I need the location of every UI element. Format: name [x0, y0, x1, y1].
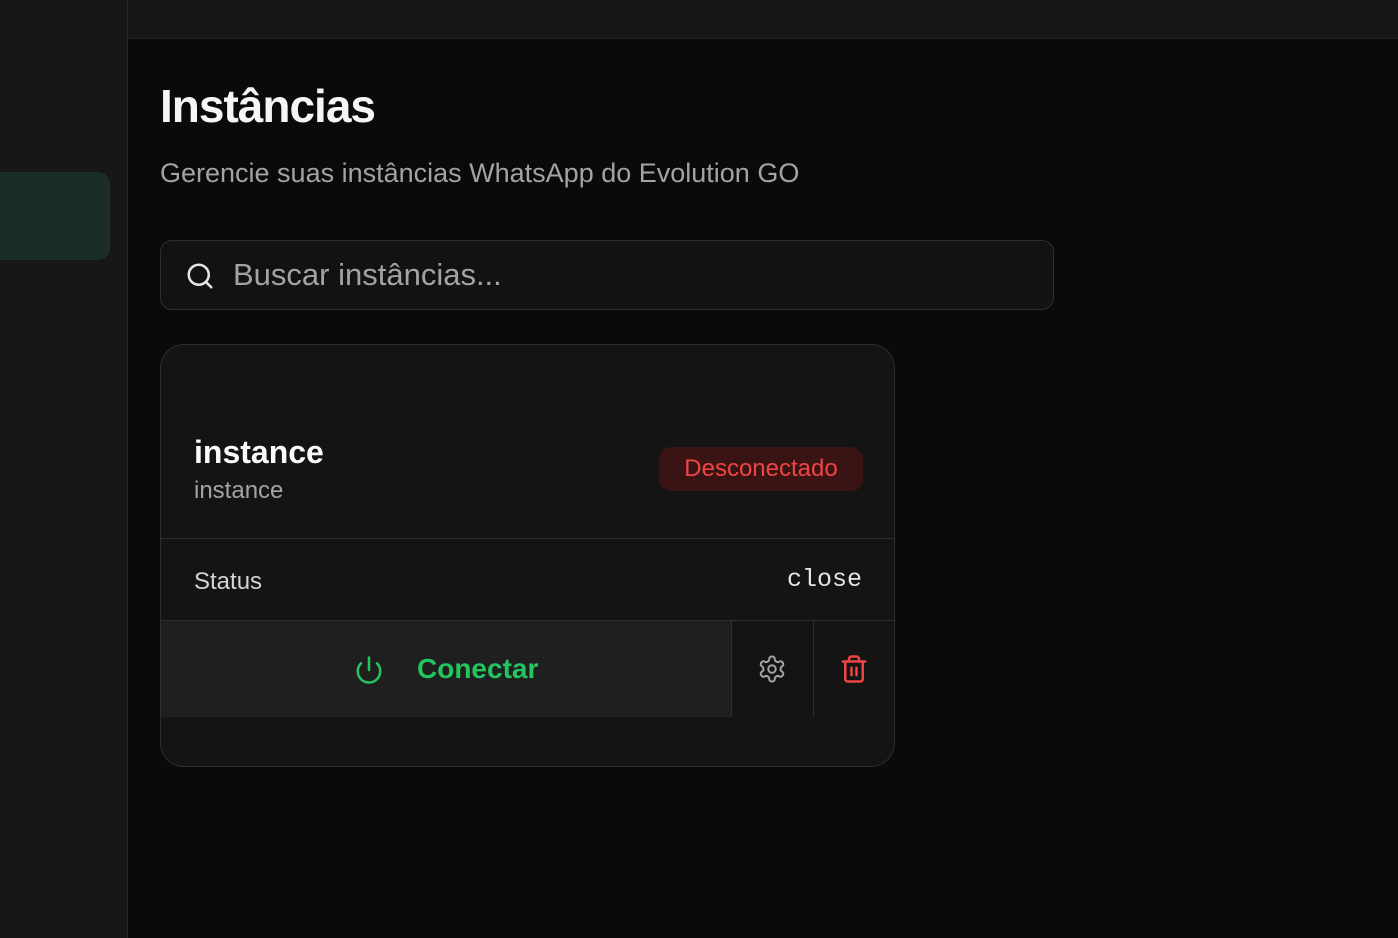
card-divider [161, 538, 894, 539]
instance-subname: instance [194, 477, 284, 504]
power-icon [356, 656, 382, 684]
page-subtitle: Gerencie suas instâncias WhatsApp do Evo… [160, 158, 800, 188]
settings-button[interactable] [732, 621, 814, 717]
status-badge: Desconectado [659, 447, 863, 491]
instance-card: instance instance Desconectado Status cl… [160, 344, 895, 767]
top-bar [128, 0, 1398, 39]
delete-button[interactable] [814, 621, 894, 717]
status-value: close [786, 565, 862, 594]
trash-icon [841, 655, 867, 683]
connect-button[interactable]: Conectar [161, 621, 732, 717]
instance-name: instance [194, 434, 324, 470]
sidebar-item-active[interactable] [0, 172, 110, 260]
search-input[interactable] [233, 253, 1033, 297]
search-box[interactable] [160, 240, 1054, 310]
page-title: Instâncias [160, 80, 376, 132]
search-icon [187, 263, 213, 289]
status-label: Status [194, 568, 263, 595]
connect-label: Conectar [417, 653, 539, 684]
gear-icon [759, 655, 785, 683]
sidebar [0, 0, 128, 938]
